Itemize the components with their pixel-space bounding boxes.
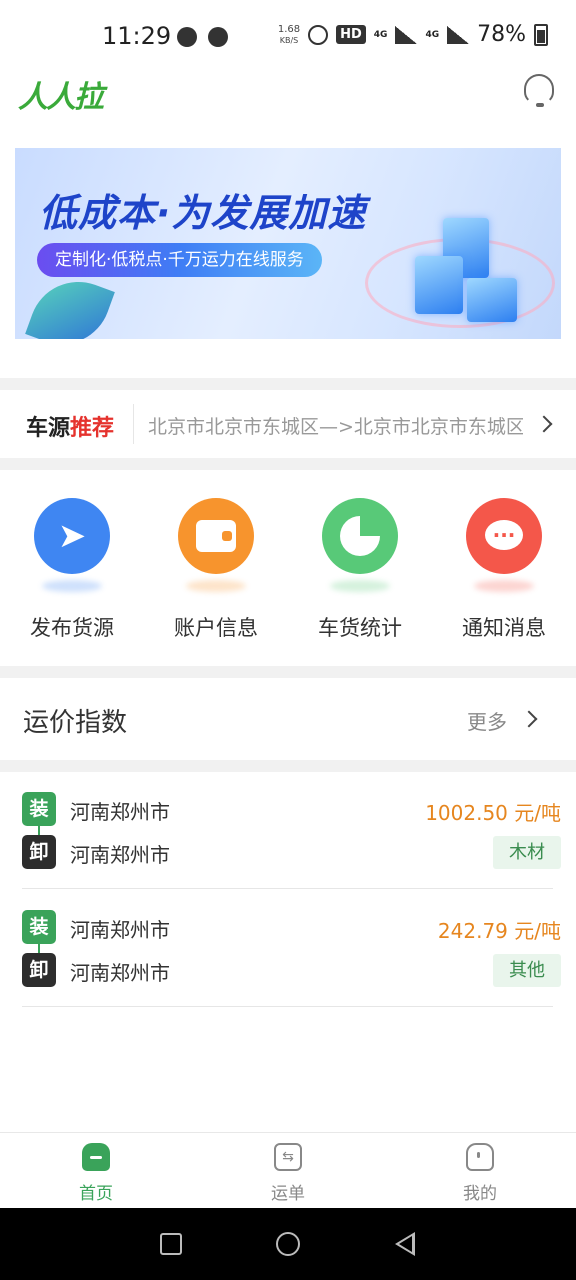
user-icon — [466, 1143, 494, 1171]
recommend-title: 车源推荐 — [26, 410, 114, 442]
chevron-right-icon — [520, 710, 538, 728]
quick-action-label: 车货统计 — [318, 616, 402, 640]
quick-action-label: 账户信息 — [174, 616, 258, 640]
cube-decoration — [415, 256, 463, 314]
app-screen: 11:29 1.68 KB/S HD 4G 4G 78% 人人拉 低成本·为发展… — [0, 0, 576, 1280]
vehicle-goods-stats-button[interactable]: 车货统计 — [288, 498, 432, 642]
message-notification-icon — [177, 27, 197, 47]
banner-subtitle: 定制化·低税点·千万运力在线服务 — [37, 243, 322, 277]
to-city: 河南郑州市 — [70, 843, 170, 867]
tab-home[interactable]: 首页 — [36, 1141, 156, 1204]
icon-shadow — [186, 580, 246, 592]
tab-waybill[interactable]: ⇆ 运单 — [228, 1141, 348, 1204]
promo-banner[interactable]: 低成本·为发展加速 定制化·低税点·千万运力在线服务 — [15, 148, 561, 339]
more-label: 更多 — [467, 710, 507, 734]
recommend-separator — [133, 404, 134, 444]
notifications-button[interactable]: ··· 通知消息 — [432, 498, 576, 642]
unload-tag: 卸 — [22, 953, 56, 987]
icon-shadow — [474, 580, 534, 592]
load-tag: 装 — [22, 792, 56, 826]
app-notification-icon — [208, 27, 228, 47]
customer-service-icon[interactable] — [524, 74, 554, 107]
waybill-icon: ⇆ — [274, 1143, 302, 1171]
wallet-icon — [178, 498, 254, 574]
net-type-2: 4G — [425, 29, 440, 40]
chat-bubble-icon: ··· — [466, 498, 542, 574]
net-type: 4G — [373, 29, 388, 40]
section-divider — [0, 666, 576, 678]
waybill-icon-arrows: ⇆ — [282, 1149, 294, 1165]
section-divider — [0, 760, 576, 772]
freight-item[interactable]: 装 卸 河南郑州市 河南郑州市 242.79 元/吨 其他 — [22, 910, 561, 990]
pie-glyph — [340, 516, 380, 556]
signal-icon-2 — [447, 25, 470, 44]
quick-action-label: 通知消息 — [462, 616, 546, 640]
hd-badge: HD — [336, 25, 366, 44]
net-speed-unit: KB/S — [279, 35, 299, 45]
home-button-icon[interactable] — [276, 1232, 300, 1256]
tab-mine[interactable]: 我的 — [420, 1141, 540, 1204]
icon-shadow — [42, 580, 102, 592]
freight-price: 1002.50 元/吨 — [425, 801, 561, 825]
freight-price: 242.79 元/吨 — [437, 919, 561, 943]
publish-goods-button[interactable]: ➤ 发布货源 — [0, 498, 144, 642]
recommend-route: 北京市北京市东城区—>北京市北京市东城区 — [148, 416, 523, 438]
tab-label: 运单 — [271, 1184, 305, 1204]
app-logo: 人人拉 — [18, 80, 104, 115]
banner-headline: 低成本·为发展加速 — [39, 191, 367, 235]
freight-index-title: 运价指数 — [23, 708, 128, 738]
tab-label: 首页 — [79, 1184, 113, 1204]
net-speed: 1.68 KB/S — [278, 24, 300, 46]
leaf-decoration — [25, 268, 115, 339]
user-icon-eye — [477, 1152, 480, 1158]
load-tag: 装 — [22, 910, 56, 944]
account-info-button[interactable]: 账户信息 — [144, 498, 288, 642]
status-right: 1.68 KB/S HD 4G 4G 78% — [278, 22, 548, 47]
signal-icon — [395, 25, 418, 44]
goods-type-badge: 其他 — [493, 954, 561, 987]
icon-shadow — [330, 580, 390, 592]
pie-chart-icon — [322, 498, 398, 574]
recents-button-icon[interactable] — [160, 1233, 182, 1255]
chevron-right-icon — [535, 415, 553, 433]
row-divider — [22, 888, 553, 889]
status-bar: 11:29 1.68 KB/S HD 4G 4G 78% — [0, 0, 576, 72]
bottom-tab-bar: 首页 ⇆ 运单 我的 — [0, 1132, 576, 1208]
quick-action-label: 发布货源 — [30, 616, 114, 640]
back-button-icon[interactable] — [395, 1232, 415, 1256]
recommend-title-highlight: 推荐 — [70, 416, 115, 441]
section-divider — [0, 378, 576, 390]
to-city: 河南郑州市 — [70, 961, 170, 985]
tab-label: 我的 — [463, 1184, 497, 1204]
section-divider — [0, 458, 576, 470]
battery-percent: 78% — [477, 22, 526, 47]
row-divider — [22, 1006, 553, 1007]
paper-plane-glyph: ➤ — [57, 516, 87, 556]
from-city: 河南郑州市 — [70, 918, 170, 942]
home-icon-bar — [90, 1156, 102, 1159]
status-time: 11:29 — [102, 22, 172, 50]
home-icon — [82, 1143, 110, 1171]
wallet-clasp — [222, 531, 232, 541]
net-speed-value: 1.68 — [277, 23, 301, 35]
cube-decoration — [467, 278, 517, 322]
recommend-title-prefix: 车源 — [26, 416, 71, 441]
battery-icon — [534, 23, 548, 46]
alarm-icon — [308, 24, 329, 45]
from-city: 河南郑州市 — [70, 800, 170, 824]
freight-item[interactable]: 装 卸 河南郑州市 河南郑州市 1002.50 元/吨 木材 — [22, 792, 561, 872]
goods-type-badge: 木材 — [493, 836, 561, 869]
bubble-dots: ··· — [492, 523, 516, 547]
paper-plane-icon: ➤ — [34, 498, 110, 574]
unload-tag: 卸 — [22, 835, 56, 869]
